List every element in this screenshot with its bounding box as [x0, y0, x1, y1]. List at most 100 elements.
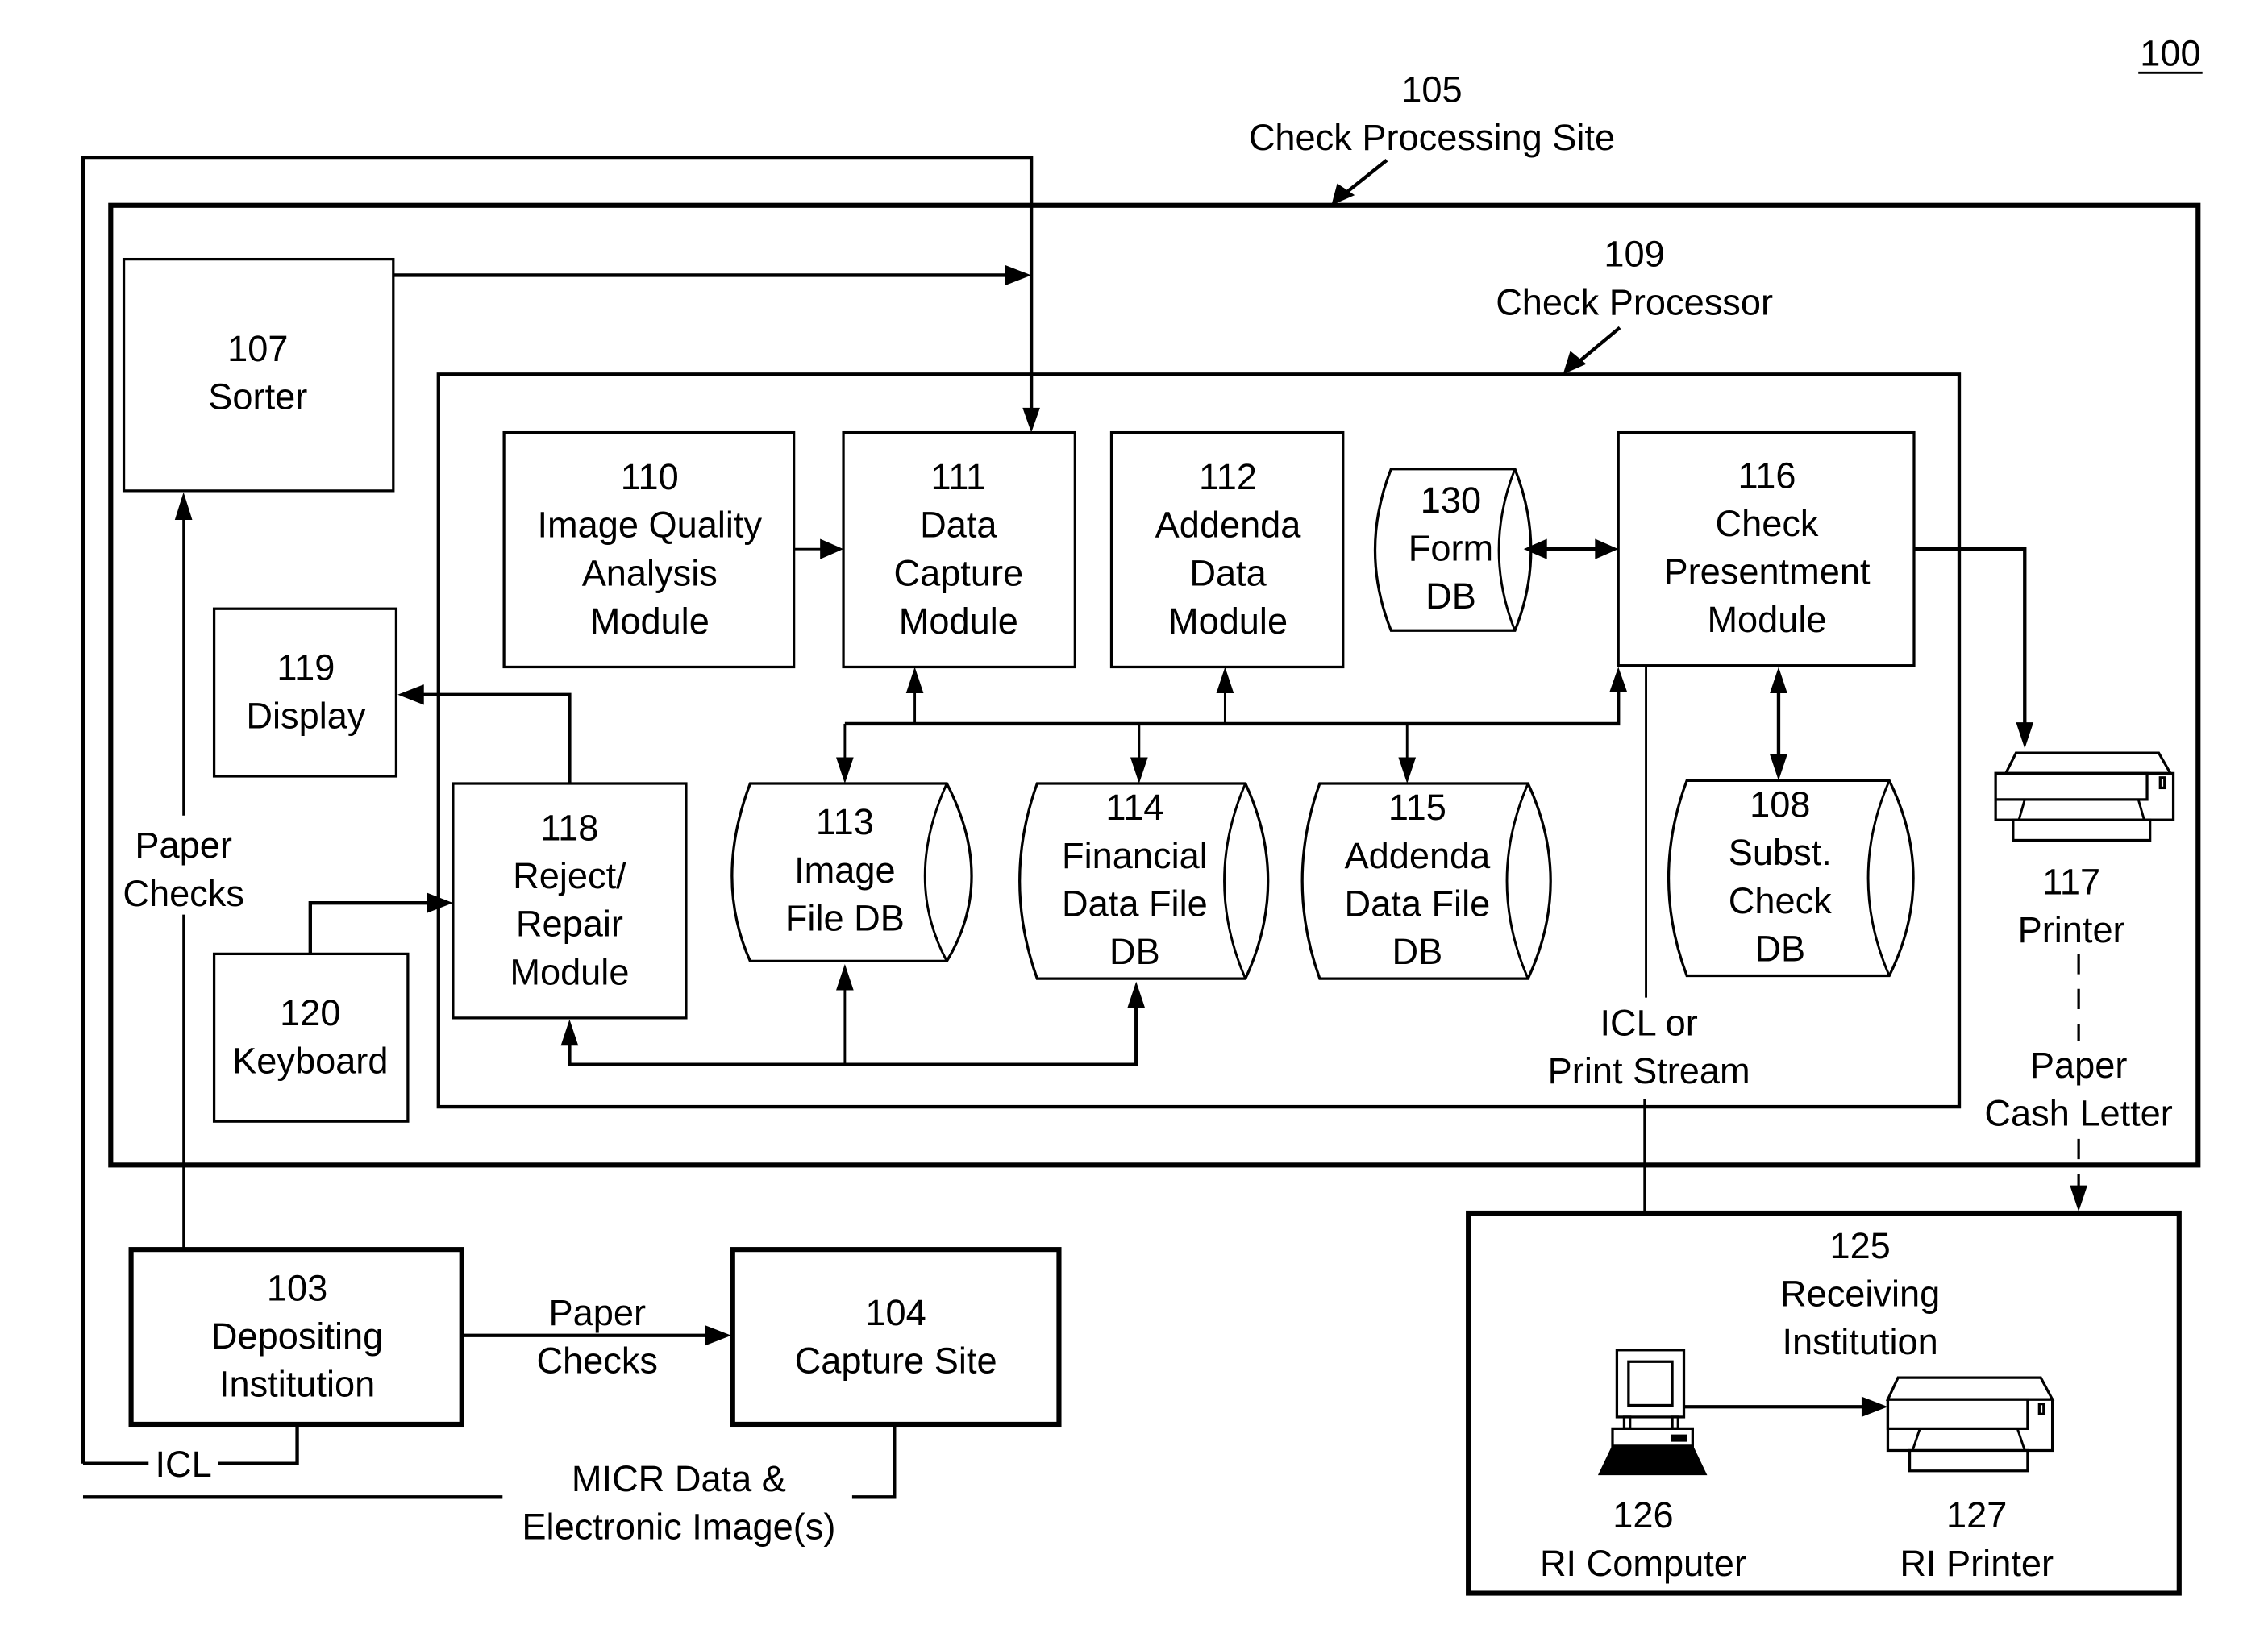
addenda-file-db-line-3: DB [1392, 931, 1443, 972]
addenda-file-db-number: 115 [1388, 787, 1446, 828]
display-label: Display [246, 695, 365, 736]
edge-label-micr: MICR Data & Electronic Image(s) [522, 1458, 835, 1548]
receiving-institution-node[interactable]: 125 Receiving Institution [1466, 1210, 2182, 1596]
edge-label-icl: ICL [156, 1444, 212, 1485]
subst-check-db-node[interactable]: 108 Subst. Check DB [1667, 779, 1915, 978]
reject-repair-line-3: Module [510, 951, 629, 992]
form-db-node[interactable]: 130 Form DB [1373, 468, 1533, 632]
financial-db-number: 114 [1105, 787, 1163, 828]
image-file-db-number: 113 [816, 801, 874, 842]
check-presentment-node[interactable]: 116 Check Presentment Module [1617, 430, 1916, 667]
edge-label-paper-checks-left: Paper Checks [123, 825, 244, 914]
check-presentment-line-2: Presentment [1663, 551, 1870, 592]
micr-line-2: Electronic Image(s) [522, 1507, 835, 1548]
keyboard-node[interactable]: 120 Keyboard [212, 952, 410, 1123]
image-quality-line-2: Analysis [582, 552, 718, 593]
receiving-line-2: Institution [1782, 1321, 1937, 1362]
sorter-number: 107 [227, 328, 288, 369]
cash-letter-label: Cash Letter [1984, 1093, 2172, 1134]
micr-line-1: MICR Data & [572, 1458, 786, 1499]
receiving-line-1: Receiving [1780, 1274, 1940, 1315]
data-capture-line-1: Data [920, 505, 997, 546]
display-number: 119 [277, 647, 335, 688]
addenda-data-number: 112 [1199, 456, 1257, 497]
image-quality-node[interactable]: 110 Image Quality Analysis Module [502, 430, 796, 669]
image-file-db-node[interactable]: 113 Image File DB [730, 782, 973, 963]
paper-label: Paper [135, 825, 232, 866]
ri-printer-label: RI Printer [1900, 1543, 2054, 1584]
subst-check-db-line-3: DB [1754, 928, 1805, 969]
printer-label: Printer [2018, 909, 2125, 950]
addenda-data-line-3: Module [1168, 601, 1288, 642]
printer-icon [1994, 751, 2175, 842]
check-processing-diagram: 100 105 Check Processing Site 109 Check … [81, 32, 2203, 1596]
check-processing-site-label: 105 Check Processing Site [1249, 69, 1615, 206]
addenda-data-line-2: Data [1189, 552, 1267, 593]
reject-repair-line-2: Repair [516, 904, 623, 945]
image-file-db-line-2: File DB [785, 897, 905, 938]
figure-ref-number: 100 [2140, 32, 2200, 73]
receiving-number: 125 [1829, 1225, 1890, 1266]
keyboard-number: 120 [280, 992, 340, 1033]
ri-computer-label: RI Computer [1540, 1543, 1746, 1584]
reject-repair-node[interactable]: 118 Reject/ Repair Module [452, 782, 688, 1020]
keyboard-label: Keyboard [232, 1041, 388, 1082]
financial-db-node[interactable]: 114 Financial Data File DB [1018, 782, 1270, 980]
checks-label: Checks [123, 873, 244, 914]
financial-db-line-2: Data File [1062, 883, 1208, 924]
addenda-data-node[interactable]: 112 Addenda Data Module [1109, 430, 1345, 669]
form-db-line-2: DB [1425, 576, 1476, 617]
image-quality-line-1: Image Quality [537, 505, 762, 546]
financial-db-line-3: DB [1109, 931, 1160, 972]
depositing-line-1: Depositing [211, 1315, 383, 1357]
checks-label-3: Checks [536, 1340, 658, 1382]
check-presentment-line-3: Module [1707, 599, 1826, 640]
site-number: 105 [1401, 69, 1462, 110]
ri-computer-number: 126 [1613, 1494, 1673, 1536]
reject-repair-line-1: Reject/ [513, 855, 626, 896]
form-db-number: 130 [1421, 480, 1481, 521]
addenda-file-db-node[interactable]: 115 Addenda Data File DB [1300, 782, 1552, 980]
subst-check-db-line-1: Subst. [1729, 832, 1832, 873]
check-presentment-line-1: Check [1716, 503, 1819, 544]
processor-label: Check Processor [1496, 281, 1773, 322]
display-node[interactable]: 119 Display [212, 607, 398, 778]
subst-check-db-number: 108 [1750, 784, 1810, 825]
check-presentment-number: 116 [1738, 455, 1796, 496]
image-quality-number: 110 [621, 456, 679, 497]
data-capture-line-2: Capture [893, 552, 1023, 593]
capture-site-label: Capture Site [795, 1340, 997, 1382]
icl-or-label: ICL or [1600, 1003, 1698, 1044]
data-capture-line-3: Module [899, 601, 1018, 642]
printer-number: 117 [2042, 861, 2100, 902]
ri-printer-number: 127 [1946, 1494, 2007, 1536]
sorter-node[interactable]: 107 Sorter [122, 257, 395, 493]
edge-label-icl-print-stream: ICL or Print Stream [1548, 1003, 1750, 1092]
figure-ref: 100 [2138, 32, 2203, 74]
depositing-institution-node[interactable]: 103 Depositing Institution [128, 1247, 464, 1428]
addenda-file-db-line-1: Addenda [1344, 835, 1491, 876]
printer-node[interactable]: 117 Printer [1994, 751, 2175, 950]
reject-repair-number: 118 [540, 807, 598, 848]
edge-label-paper-cash-letter: Paper Cash Letter [1984, 1045, 2172, 1134]
capture-site-number: 104 [865, 1292, 926, 1333]
sorter-label: Sorter [208, 376, 307, 418]
check-processor-label: 109 Check Processor [1496, 234, 1773, 375]
addenda-file-db-line-2: Data File [1345, 883, 1491, 924]
data-capture-number: 111 [930, 456, 986, 497]
subst-check-db-line-2: Check [1729, 880, 1832, 921]
capture-site-node[interactable]: 104 Capture Site [730, 1247, 1062, 1428]
paper-label-2: Paper [2030, 1045, 2128, 1086]
data-capture-node[interactable]: 111 Data Capture Module [842, 430, 1076, 669]
addenda-data-line-1: Addenda [1155, 505, 1302, 546]
image-file-db-line-1: Image [794, 850, 896, 891]
print-stream-label: Print Stream [1548, 1050, 1750, 1091]
financial-db-line-1: Financial [1062, 835, 1208, 876]
site-label: Check Processing Site [1249, 117, 1615, 158]
depositing-line-2: Institution [219, 1364, 375, 1405]
depositing-number: 103 [267, 1267, 327, 1308]
form-db-line-1: Form [1409, 528, 1493, 569]
paper-label-3: Paper [548, 1292, 646, 1333]
printer-icon [1885, 1376, 2055, 1473]
processor-number: 109 [1604, 234, 1664, 275]
